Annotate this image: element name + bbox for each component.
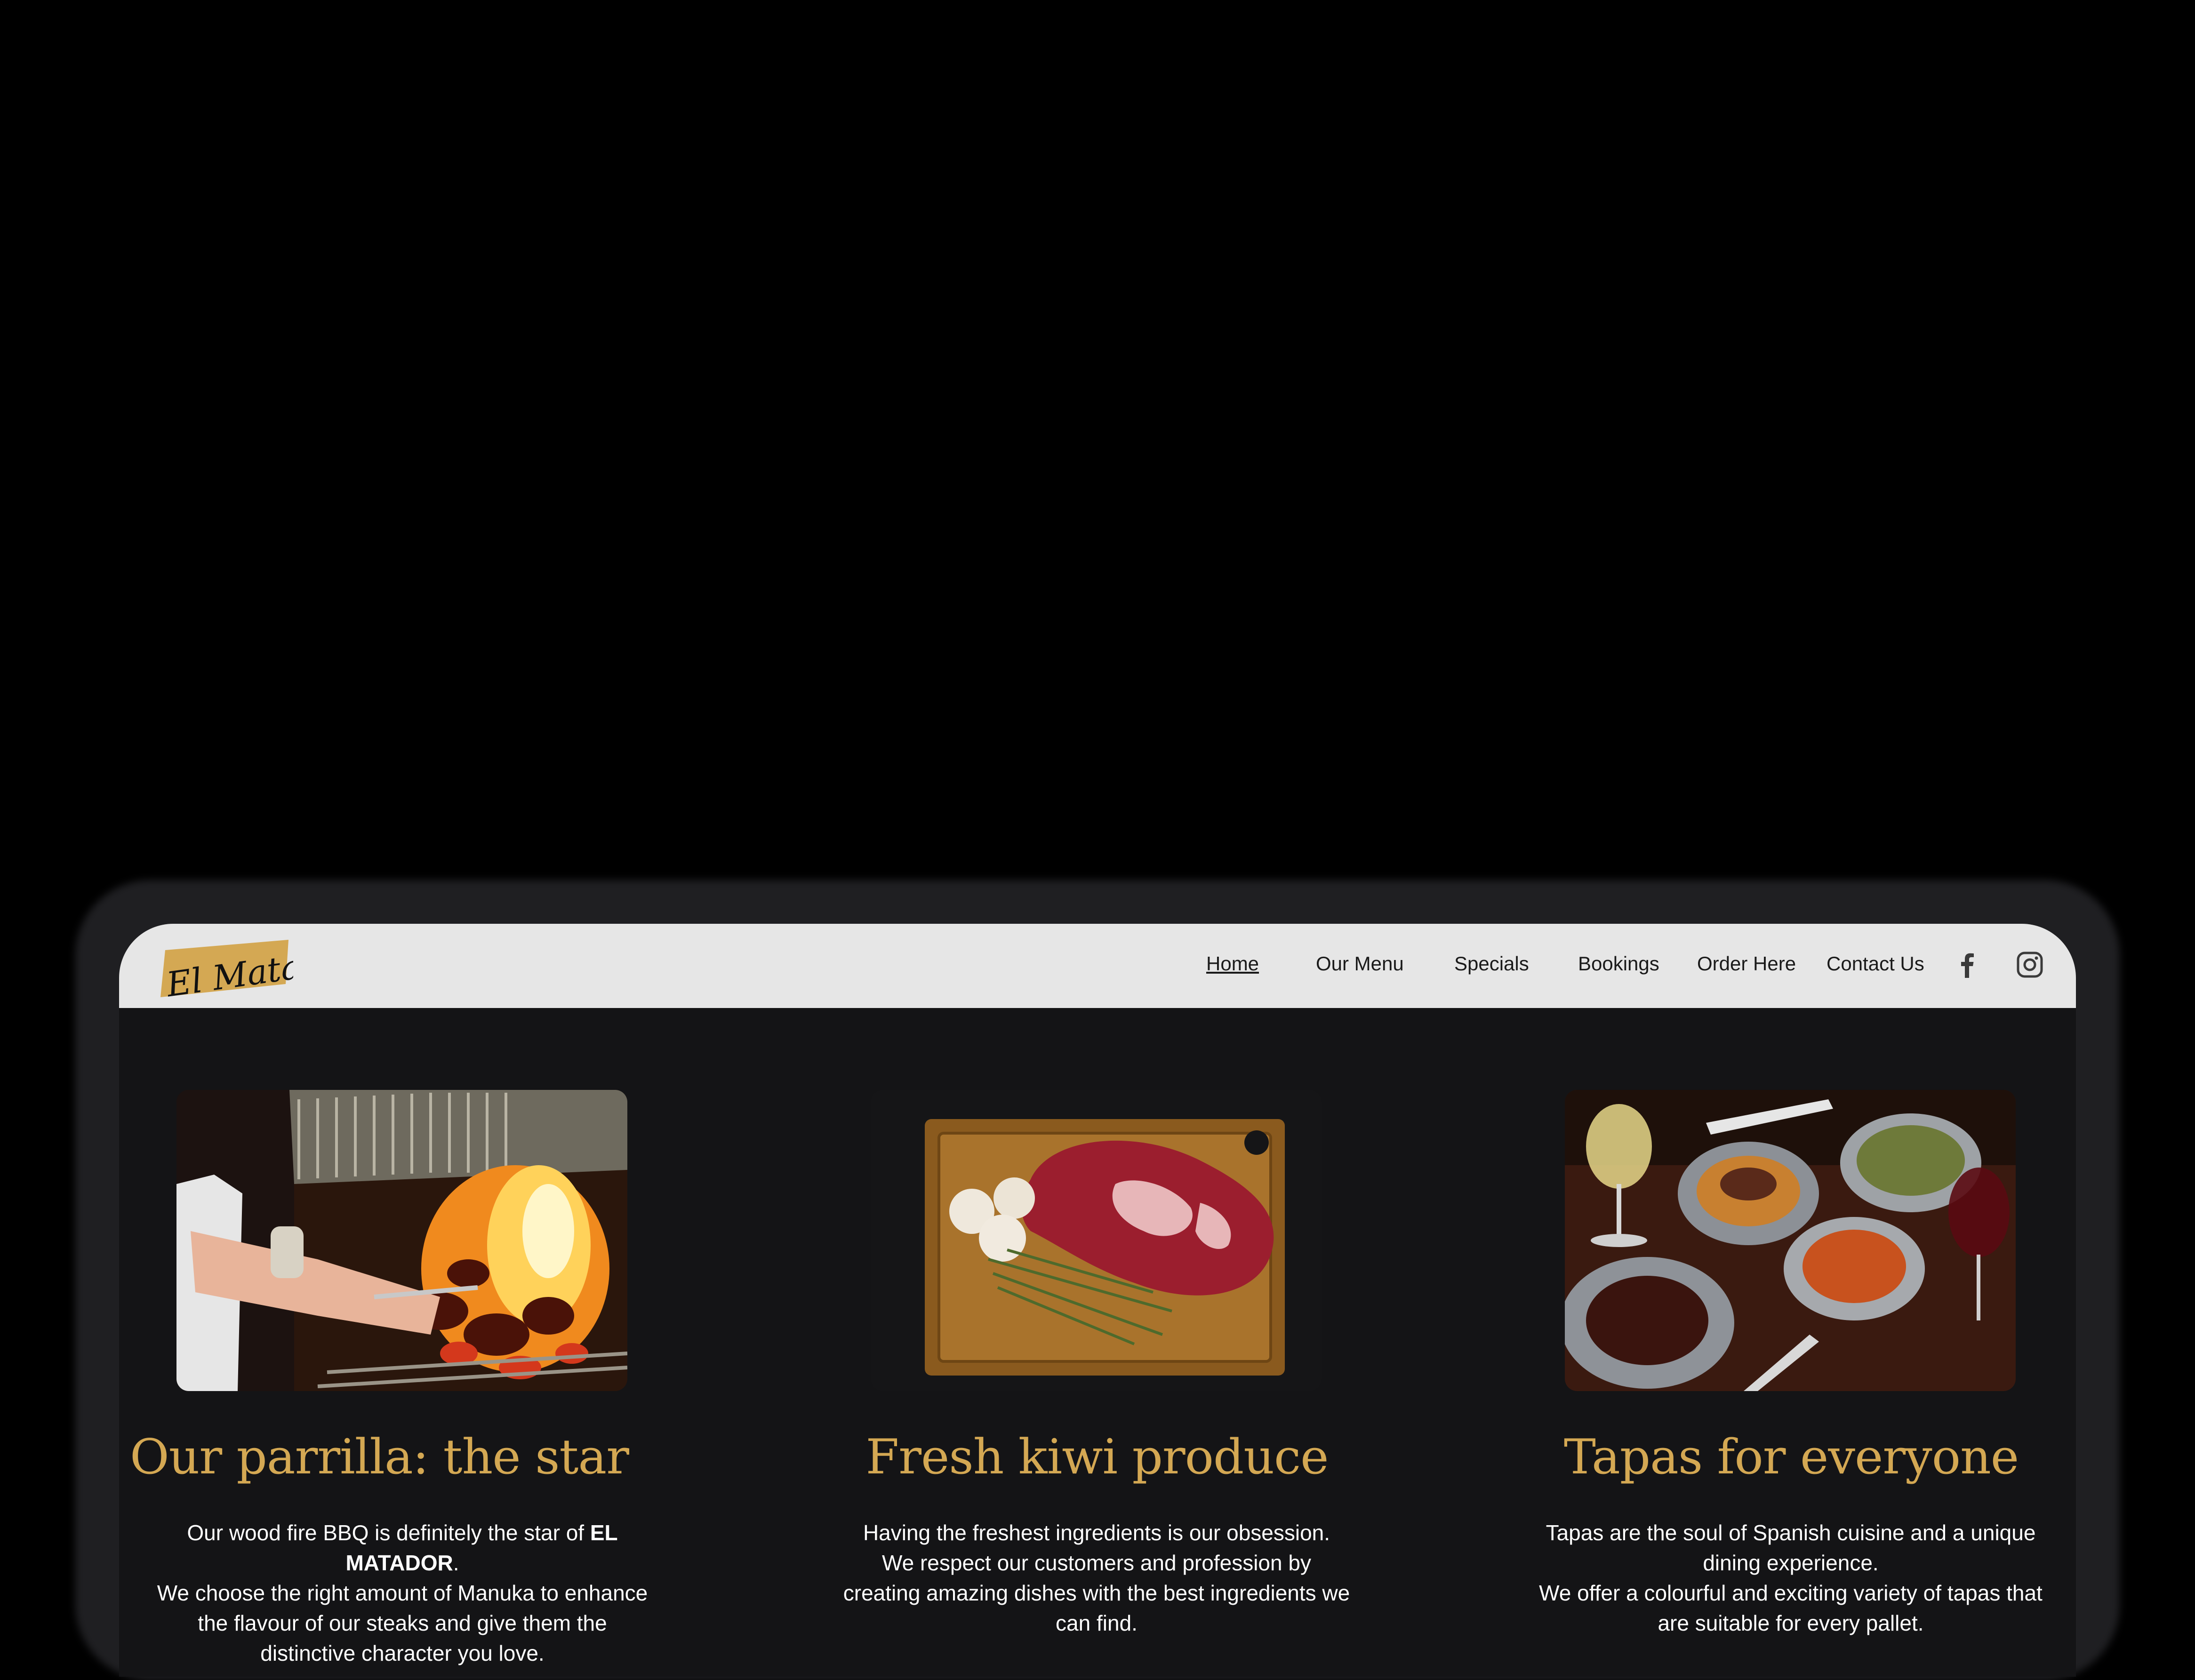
- card-text-parrilla: Our wood fire BBQ is definitely the star…: [148, 1518, 657, 1668]
- nav-bookings-link[interactable]: Bookings: [1578, 952, 1659, 976]
- nav-contact-us-link[interactable]: Contact Us: [1826, 952, 1924, 976]
- card-title-produce: Fresh kiwi produce: [865, 1429, 1329, 1485]
- facebook-icon[interactable]: [1953, 951, 1981, 979]
- card-text-parrilla-period: .: [453, 1551, 459, 1575]
- card-text-produce-line-a: Having the freshest ingredients is our o…: [863, 1520, 1330, 1545]
- card-title-tapas: Tapas for everyone: [1563, 1429, 2019, 1485]
- card-text-tapas: Tapas are the soul of Spanish cuisine an…: [1537, 1518, 2045, 1638]
- website-screen: El Matador Home Our Menu Specials Bookin…: [119, 924, 2076, 1677]
- nav-specials-link[interactable]: Specials: [1454, 952, 1529, 976]
- el-matador-logo[interactable]: El Matador: [152, 931, 363, 1005]
- parrilla-fire-grill-photo: [176, 1090, 627, 1391]
- card-text-tapas-line-a: Tapas are the soul of Spanish cuisine an…: [1546, 1520, 2036, 1575]
- card-text-parrilla-line-a: Our wood fire BBQ is definitely the star…: [187, 1520, 590, 1545]
- card-text-parrilla-line-c: We choose the right amount of Manuka to …: [157, 1581, 648, 1665]
- card-text-tapas-line-c: We offer a colourful and exciting variet…: [1539, 1581, 2043, 1635]
- nav-order-here-link[interactable]: Order Here: [1697, 952, 1796, 976]
- raw-steak-cutting-board-photo: [871, 1090, 1322, 1391]
- tapas-dishes-table-photo: [1565, 1090, 2016, 1391]
- nav-home-link[interactable]: Home: [1206, 952, 1259, 976]
- card-title-parrilla: Our parrilla: the star: [130, 1429, 629, 1485]
- top-navbar: El Matador Home Our Menu Specials Bookin…: [119, 924, 2076, 1008]
- card-text-produce-line-c: We respect our customers and profession …: [843, 1551, 1350, 1635]
- nav-our-menu-link[interactable]: Our Menu: [1316, 952, 1404, 976]
- card-text-produce: Having the freshest ingredients is our o…: [842, 1518, 1351, 1638]
- instagram-icon[interactable]: [2016, 951, 2044, 979]
